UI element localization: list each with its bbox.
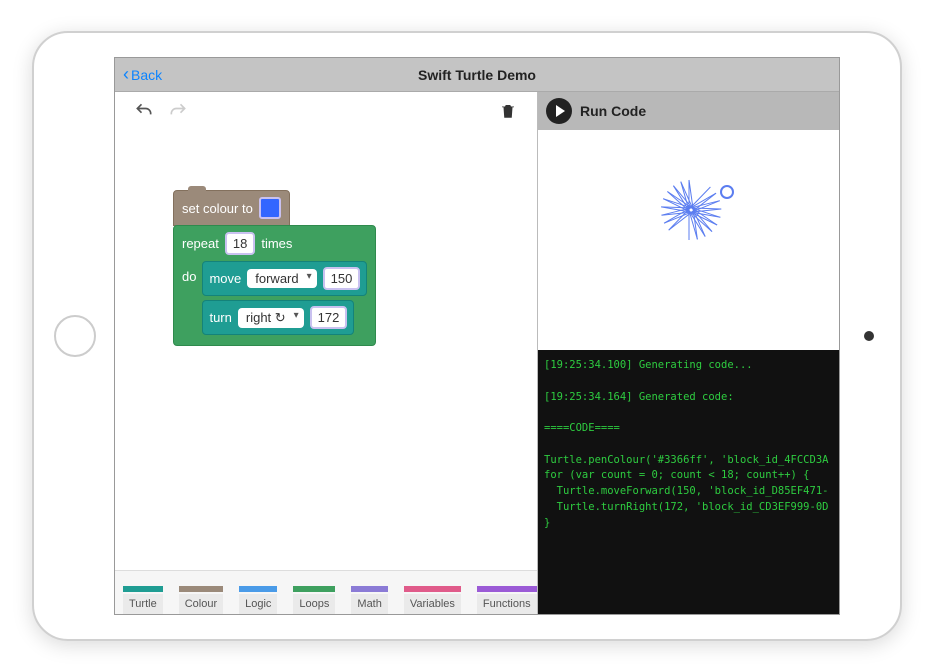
category-label: Logic (239, 594, 277, 614)
turtle-drawing (599, 150, 779, 330)
category-tab-colour[interactable]: Colour (171, 571, 231, 614)
run-code-button[interactable]: Run Code (538, 92, 839, 130)
block-stack: set colour to repeat 18 times do (173, 190, 376, 346)
back-label: Back (131, 67, 162, 83)
category-label: Variables (404, 594, 461, 614)
repeat-count-input[interactable]: 18 (225, 232, 255, 255)
category-label: Colour (179, 594, 223, 614)
block-set-colour[interactable]: set colour to (173, 190, 290, 226)
category-tab-variables[interactable]: Variables (396, 571, 469, 614)
category-tab-turtle[interactable]: Turtle (115, 571, 171, 614)
turn-label: turn (209, 310, 231, 325)
turtle-canvas (538, 130, 839, 350)
turn-direction-dropdown[interactable]: right ↻ (238, 308, 304, 328)
camera-dot (864, 331, 874, 341)
trash-icon[interactable] (495, 98, 521, 124)
console-output: [19:25:34.100] Generating code... [19:25… (538, 350, 839, 614)
category-color-bar (404, 586, 461, 592)
move-direction-dropdown[interactable]: forward (247, 269, 316, 288)
page-title: Swift Turtle Demo (418, 67, 536, 83)
back-button[interactable]: ‹ Back (115, 64, 170, 85)
editor-toolbar (115, 92, 537, 130)
category-color-bar (123, 586, 163, 592)
category-tabs: Turtle Colour Logic Loops Math Variables Funct… (115, 570, 537, 614)
category-label: Loops (293, 594, 335, 614)
blocks-workspace[interactable]: set colour to repeat 18 times do (115, 130, 537, 570)
chevron-left-icon: ‹ (123, 64, 129, 85)
times-label: times (261, 236, 292, 251)
redo-icon[interactable] (165, 98, 191, 124)
home-button[interactable] (54, 315, 96, 357)
category-label: Turtle (123, 594, 163, 614)
category-tab-logic[interactable]: Logic (231, 571, 285, 614)
do-label: do (182, 261, 196, 284)
block-turn[interactable]: turn right ↻ 172 (202, 300, 354, 335)
play-icon (546, 98, 572, 124)
category-color-bar (293, 586, 335, 592)
set-colour-label: set colour to (182, 201, 253, 216)
category-color-bar (351, 586, 387, 592)
block-move[interactable]: move forward 150 (202, 261, 367, 296)
turn-angle-input[interactable]: 172 (310, 306, 348, 329)
ipad-frame: ‹ Back Swift Turtle Demo (32, 31, 902, 641)
category-color-bar (179, 586, 223, 592)
nav-bar: ‹ Back Swift Turtle Demo (115, 58, 839, 92)
category-tab-loops[interactable]: Loops (285, 571, 343, 614)
undo-icon[interactable] (131, 98, 157, 124)
run-label: Run Code (580, 103, 646, 119)
block-repeat[interactable]: repeat 18 times do move forward (173, 225, 376, 346)
move-distance-input[interactable]: 150 (323, 267, 361, 290)
category-tab-functions[interactable]: Functions (469, 571, 545, 614)
main-split: set colour to repeat 18 times do (115, 92, 839, 614)
category-label: Functions (477, 594, 537, 614)
app-screen: ‹ Back Swift Turtle Demo (114, 57, 840, 615)
move-label: move (209, 271, 241, 286)
category-color-bar (239, 586, 277, 592)
colour-swatch[interactable] (259, 197, 281, 219)
category-tab-math[interactable]: Math (343, 571, 395, 614)
repeat-label: repeat (182, 236, 219, 251)
category-label: Math (351, 594, 387, 614)
editor-pane: set colour to repeat 18 times do (115, 92, 537, 614)
output-pane: Run Code [19:25:34.100] Generating code.… (537, 92, 839, 614)
category-color-bar (477, 586, 537, 592)
